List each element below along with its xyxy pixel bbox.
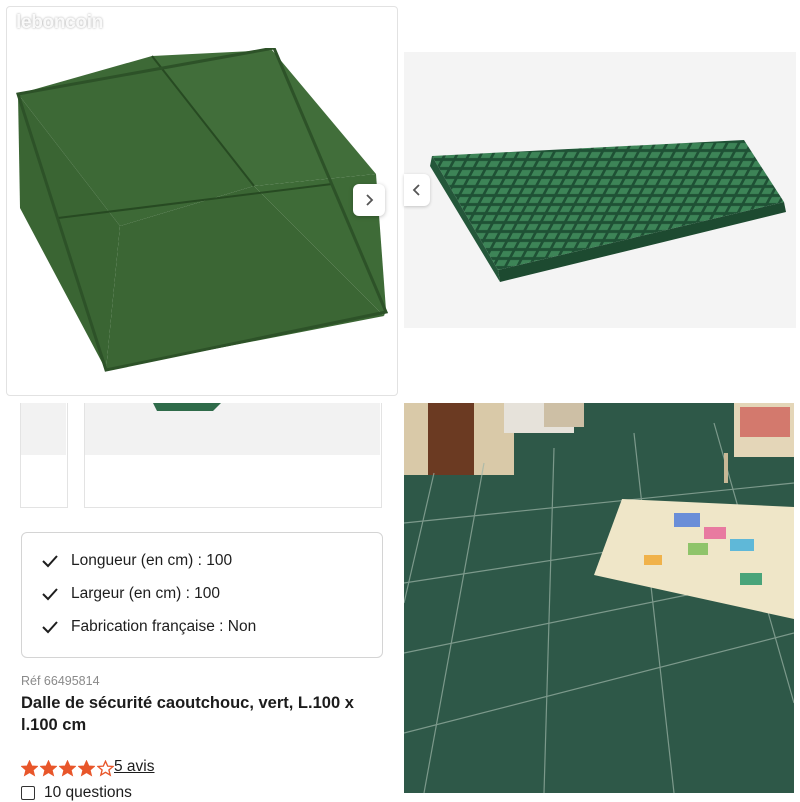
rating-stars [21,760,116,777]
star-filled-icon [59,760,76,777]
questions-link[interactable]: 10 questions [21,784,132,802]
star-filled-icon [40,760,57,777]
questions-label: 10 questions [44,784,132,801]
product-title-line-2: l.100 cm [21,716,87,734]
feature-width: Largeur (en cm) : 100 [40,584,220,604]
question-icon [21,786,35,800]
rubber-tiles-image [16,48,389,372]
product-image-grid-mat [404,52,796,328]
thumbnail-2-image [85,403,380,455]
thumbnail-1-image [21,403,66,455]
star-filled-icon [21,760,38,777]
next-image-button[interactable] [353,184,385,216]
installed-floor-photo [404,403,794,793]
product-title-line-1: Dalle de sécurité caoutchouc, vert, L.10… [21,694,354,712]
feature-length-label: Longueur (en cm) : 100 [71,552,233,569]
checkmark-icon [42,621,58,634]
star-empty-icon [97,760,114,777]
star-filled-icon [78,760,95,777]
checkmark-icon [42,555,58,568]
leboncoin-watermark: leboncoin [16,12,104,33]
thumbnail-mat-edge [153,403,221,411]
product-title: Dalle de sécurité caoutchouc, vert, L.10… [21,692,391,736]
floor-photo-image [404,403,794,793]
feature-length: Longueur (en cm) : 100 [40,551,232,571]
product-reference: Réf 66495814 [21,674,100,688]
chevron-left-icon [412,184,420,196]
feature-origin-label: Fabrication française : Non [71,618,257,635]
grid-mat-image [430,140,786,282]
previous-image-button[interactable] [404,174,430,206]
reviews-link[interactable]: 5 avis [114,758,155,776]
checkmark-icon [42,588,58,601]
feature-width-label: Largeur (en cm) : 100 [71,585,221,602]
features-box: Longueur (en cm) : 100 Largeur (en cm) :… [21,532,383,658]
feature-origin: Fabrication française : Non [40,617,256,637]
chevron-right-icon [366,194,374,206]
